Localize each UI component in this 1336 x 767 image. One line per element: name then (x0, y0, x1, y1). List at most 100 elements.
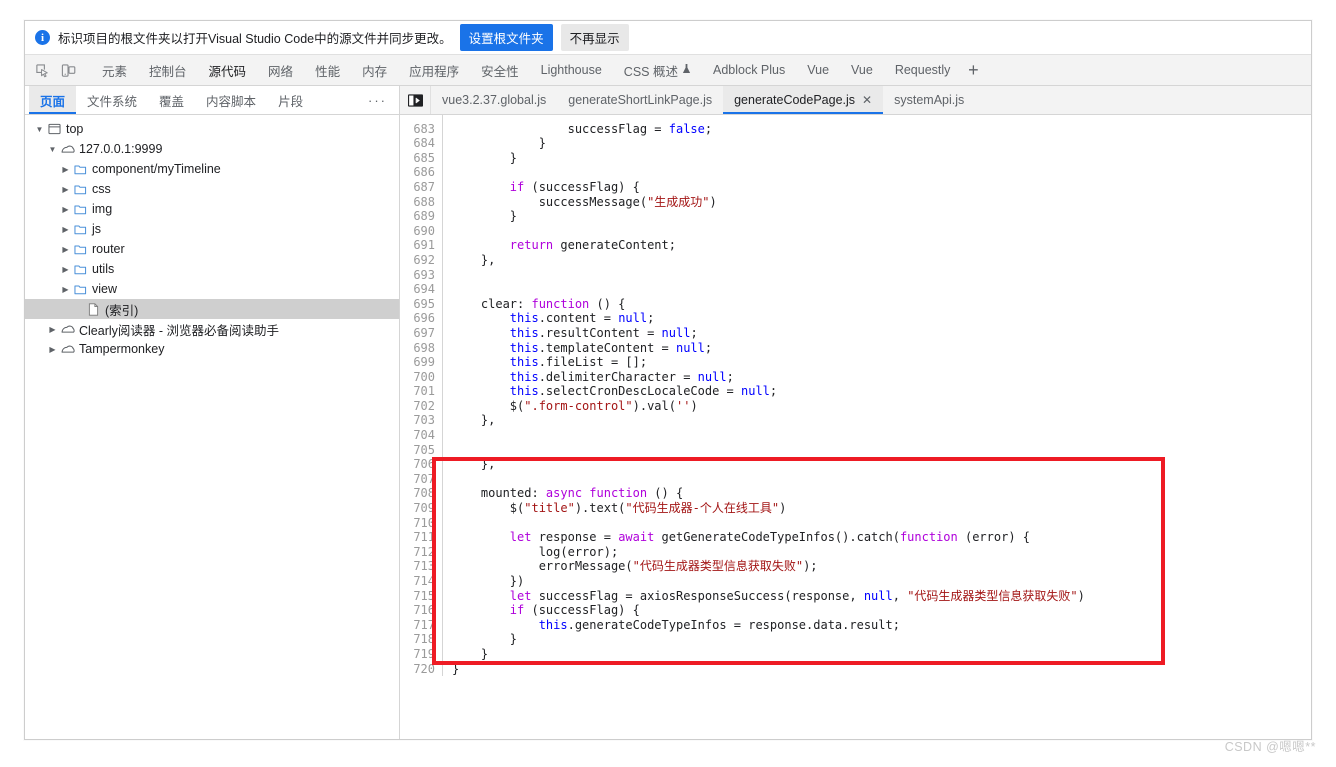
close-icon[interactable]: ✕ (862, 94, 872, 106)
line-number[interactable]: 701 (400, 384, 442, 399)
chevron-right-icon[interactable]: ▶ (59, 245, 72, 254)
tree-item-js[interactable]: ▶ js (25, 219, 399, 239)
line-number[interactable]: 683 (400, 122, 442, 137)
nav-tab-content-scripts[interactable]: 内容脚本 (195, 86, 267, 114)
chevron-right-icon[interactable]: ▶ (59, 285, 72, 294)
tab-vue-2[interactable]: Vue (840, 56, 884, 85)
editor-tab-label: generateShortLinkPage.js (568, 93, 713, 107)
tab-elements[interactable]: 元素 (91, 56, 138, 85)
line-number[interactable]: 685 (400, 151, 442, 166)
chevron-right-icon[interactable]: ▶ (59, 205, 72, 214)
tree-item-css[interactable]: ▶ css (25, 179, 399, 199)
line-number[interactable]: 702 (400, 399, 442, 414)
line-number[interactable]: 714 (400, 574, 442, 589)
line-number[interactable]: 703 (400, 413, 442, 428)
tree-item-view[interactable]: ▶ view (25, 279, 399, 299)
line-number[interactable]: 712 (400, 545, 442, 560)
line-number[interactable]: 700 (400, 370, 442, 385)
line-number[interactable]: 711 (400, 530, 442, 545)
line-number[interactable]: 686 (400, 165, 442, 180)
line-number[interactable]: 705 (400, 443, 442, 458)
nav-tab-snippets[interactable]: 片段 (267, 86, 314, 114)
tab-css-overview[interactable]: CSS 概述 (613, 56, 702, 85)
tab-performance[interactable]: 性能 (304, 56, 351, 85)
line-number[interactable]: 690 (400, 224, 442, 239)
tree-item-router[interactable]: ▶ router (25, 239, 399, 259)
editor-tab-generateshortlinkpage[interactable]: generateShortLinkPage.js (557, 86, 724, 114)
navigator-more-icon[interactable]: ··· (356, 86, 399, 114)
editor-tab-generatecodepage[interactable]: generateCodePage.js ✕ (723, 86, 884, 114)
line-number[interactable]: 688 (400, 195, 442, 210)
code-token: false (668, 121, 705, 136)
notification-message: 标识项目的根文件夹以打开Visual Studio Code中的源文件并同步更改… (58, 32, 452, 46)
line-number[interactable]: 697 (400, 326, 442, 341)
line-number[interactable]: 713 (400, 559, 442, 574)
tree-item-component-mytimeline[interactable]: ▶ component/myTimeline (25, 159, 399, 179)
chevron-right-icon[interactable]: ▶ (46, 325, 59, 334)
line-number[interactable]: 710 (400, 516, 442, 531)
dont-show-again-button[interactable]: 不再显示 (560, 24, 629, 51)
collapse-sidebar-icon[interactable] (400, 86, 431, 114)
line-number[interactable]: 717 (400, 618, 442, 633)
nav-tab-overrides[interactable]: 覆盖 (148, 86, 195, 114)
code-token: this (509, 355, 539, 370)
line-number[interactable]: 699 (400, 355, 442, 370)
code-token: this (509, 384, 539, 399)
set-root-folder-button[interactable]: 设置根文件夹 (459, 24, 553, 51)
line-number[interactable]: 720 (400, 662, 442, 677)
tab-console[interactable]: 控制台 (138, 56, 198, 85)
inspect-element-icon[interactable] (29, 58, 55, 82)
chevron-down-icon[interactable]: ▼ (46, 145, 59, 154)
line-number[interactable]: 707 (400, 472, 442, 487)
tab-lighthouse[interactable]: Lighthouse (530, 56, 613, 85)
line-number[interactable]: 693 (400, 268, 442, 283)
line-number[interactable]: 716 (400, 603, 442, 618)
tree-item-tampermonkey[interactable]: ▶ Tampermonkey (25, 339, 399, 359)
line-number[interactable]: 704 (400, 428, 442, 443)
tree-item-utils[interactable]: ▶ utils (25, 259, 399, 279)
line-number[interactable]: 687 (400, 180, 442, 195)
tab-security[interactable]: 安全性 (470, 56, 530, 85)
tree-item-clearly-[interactable]: ▶ Clearly阅读器 - 浏览器必备阅读助手 (25, 319, 399, 339)
line-number[interactable]: 696 (400, 311, 442, 326)
line-number[interactable]: 706 (400, 457, 442, 472)
line-number[interactable]: 694 (400, 282, 442, 297)
code-line: 715 let successFlag = axiosResponseSucce… (400, 588, 1311, 604)
tree-item--[interactable]: (索引) (25, 299, 399, 319)
tab-vue-1[interactable]: Vue (796, 56, 840, 85)
chevron-right-icon[interactable]: ▶ (46, 345, 59, 354)
device-toolbar-icon[interactable] (55, 58, 81, 82)
tab-adblock-plus[interactable]: Adblock Plus (702, 56, 796, 85)
chevron-down-icon[interactable]: ▼ (33, 125, 46, 134)
code-editor[interactable]: 683 successFlag = false; 684 } 685 } 686 687… (400, 115, 1311, 739)
line-number[interactable]: 708 (400, 486, 442, 501)
line-number[interactable]: 692 (400, 253, 442, 268)
editor-tab-vue3[interactable]: vue3.2.37.global.js (431, 86, 558, 114)
chevron-right-icon[interactable]: ▶ (59, 185, 72, 194)
nav-tab-filesystem[interactable]: 文件系统 (76, 86, 148, 114)
tab-memory[interactable]: 内存 (351, 56, 398, 85)
chevron-right-icon[interactable]: ▶ (59, 165, 72, 174)
tree-item-127-0-0-1-9999[interactable]: ▼ 127.0.0.1:9999 (25, 139, 399, 159)
add-panel-icon[interactable]: + (961, 58, 985, 82)
nav-tab-page[interactable]: 页面 (29, 86, 77, 114)
line-number[interactable]: 718 (400, 632, 442, 647)
line-number[interactable]: 689 (400, 209, 442, 224)
line-number[interactable]: 695 (400, 297, 442, 312)
tab-sources[interactable]: 源代码 (198, 56, 258, 85)
tab-requestly[interactable]: Requestly (884, 56, 962, 85)
chevron-right-icon[interactable]: ▶ (59, 225, 72, 234)
line-number[interactable]: 684 (400, 136, 442, 151)
line-number[interactable]: 719 (400, 647, 442, 662)
tree-item-top[interactable]: ▼ top (25, 119, 399, 139)
line-number[interactable]: 698 (400, 341, 442, 356)
tree-item-img[interactable]: ▶ img (25, 199, 399, 219)
line-number[interactable]: 709 (400, 501, 442, 516)
tab-application[interactable]: 应用程序 (398, 56, 470, 85)
chevron-right-icon[interactable]: ▶ (59, 265, 72, 274)
editor-tab-systemapi[interactable]: systemApi.js (883, 86, 976, 114)
line-number[interactable]: 715 (400, 589, 442, 604)
tab-network[interactable]: 网络 (257, 56, 304, 85)
line-number[interactable]: 691 (400, 238, 442, 253)
cloud-icon (59, 344, 76, 354)
